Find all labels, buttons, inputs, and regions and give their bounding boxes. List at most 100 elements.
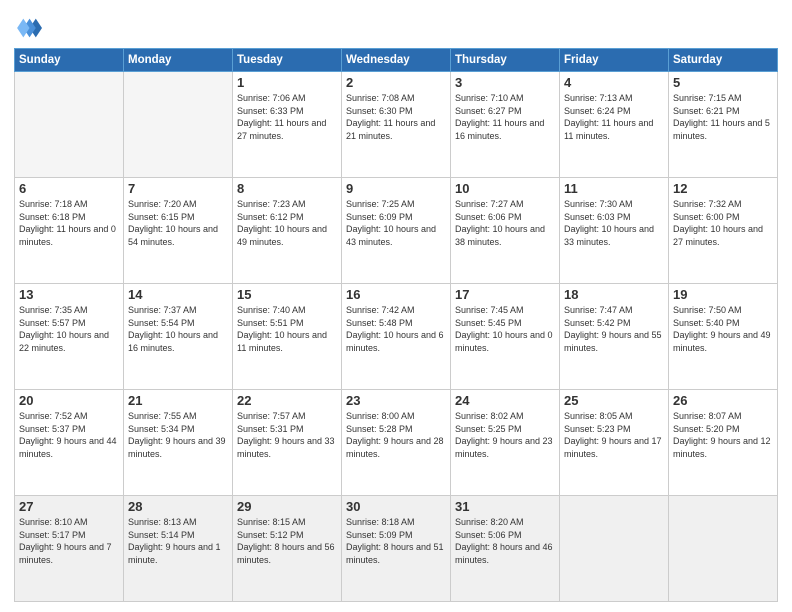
day-number: 13 [19,287,119,302]
day-info: Sunrise: 7:10 AM Sunset: 6:27 PM Dayligh… [455,92,555,142]
calendar-cell: 25 Sunrise: 8:05 AM Sunset: 5:23 PM Dayli… [560,390,669,496]
day-number: 12 [673,181,773,196]
day-info: Sunrise: 7:13 AM Sunset: 6:24 PM Dayligh… [564,92,664,142]
day-number: 6 [19,181,119,196]
calendar-week-row: 1 Sunrise: 7:06 AM Sunset: 6:33 PM Daylig… [15,72,778,178]
calendar-cell: 27 Sunrise: 8:10 AM Sunset: 5:17 PM Dayli… [15,496,124,602]
day-info: Sunrise: 8:05 AM Sunset: 5:23 PM Dayligh… [564,410,664,460]
day-info: Sunrise: 8:18 AM Sunset: 5:09 PM Dayligh… [346,516,446,566]
calendar-cell: 1 Sunrise: 7:06 AM Sunset: 6:33 PM Daylig… [233,72,342,178]
day-info: Sunrise: 7:37 AM Sunset: 5:54 PM Dayligh… [128,304,228,354]
calendar-week-row: 20 Sunrise: 7:52 AM Sunset: 5:37 PM Dayli… [15,390,778,496]
weekday-row: SundayMondayTuesdayWednesdayThursdayFrid… [15,49,778,72]
calendar-cell: 2 Sunrise: 7:08 AM Sunset: 6:30 PM Daylig… [342,72,451,178]
day-number: 4 [564,75,664,90]
calendar-cell: 10Sunrise: 7:27 AM Sunset: 6:06 PM Dayli… [451,178,560,284]
day-number: 27 [19,499,119,514]
day-number: 22 [237,393,337,408]
calendar-cell: 19 Sunrise: 7:50 AM Sunset: 5:40 PM Dayli… [669,284,778,390]
day-info: Sunrise: 8:07 AM Sunset: 5:20 PM Dayligh… [673,410,773,460]
weekday-header: Monday [124,49,233,72]
day-info: Sunrise: 8:02 AM Sunset: 5:25 PM Dayligh… [455,410,555,460]
day-info: Sunrise: 7:32 AM Sunset: 6:00 PM Dayligh… [673,198,773,248]
day-number: 28 [128,499,228,514]
calendar-cell: 4 Sunrise: 7:13 AM Sunset: 6:24 PM Daylig… [560,72,669,178]
day-info: Sunrise: 7:06 AM Sunset: 6:33 PM Dayligh… [237,92,337,142]
day-info: Sunrise: 8:10 AM Sunset: 5:17 PM Dayligh… [19,516,119,566]
page: SundayMondayTuesdayWednesdayThursdayFrid… [0,0,792,612]
calendar-cell [669,496,778,602]
day-number: 5 [673,75,773,90]
day-info: Sunrise: 7:18 AM Sunset: 6:18 PM Dayligh… [19,198,119,248]
calendar-cell: 3Sunrise: 7:10 AM Sunset: 6:27 PM Daylig… [451,72,560,178]
calendar-week-row: 6 Sunrise: 7:18 AM Sunset: 6:18 PM Daylig… [15,178,778,284]
day-number: 9 [346,181,446,196]
calendar-table: SundayMondayTuesdayWednesdayThursdayFrid… [14,48,778,602]
day-number: 8 [237,181,337,196]
calendar-cell: 16 Sunrise: 7:42 AM Sunset: 5:48 PM Dayli… [342,284,451,390]
calendar-cell: 24 Sunrise: 8:02 AM Sunset: 5:25 PM Dayli… [451,390,560,496]
logo [14,14,46,42]
day-number: 17 [455,287,555,302]
calendar-cell [560,496,669,602]
day-number: 26 [673,393,773,408]
logo-icon [14,14,42,42]
day-number: 1 [237,75,337,90]
day-info: Sunrise: 7:50 AM Sunset: 5:40 PM Dayligh… [673,304,773,354]
calendar-cell: 26 Sunrise: 8:07 AM Sunset: 5:20 PM Dayli… [669,390,778,496]
day-info: Sunrise: 8:15 AM Sunset: 5:12 PM Dayligh… [237,516,337,566]
calendar-week-row: 13 Sunrise: 7:35 AM Sunset: 5:57 PM Dayli… [15,284,778,390]
day-number: 11 [564,181,664,196]
day-number: 2 [346,75,446,90]
calendar-cell: 14Sunrise: 7:37 AM Sunset: 5:54 PM Dayli… [124,284,233,390]
day-number: 20 [19,393,119,408]
calendar-header: SundayMondayTuesdayWednesdayThursdayFrid… [15,49,778,72]
calendar-cell: 9Sunrise: 7:25 AM Sunset: 6:09 PM Daylig… [342,178,451,284]
day-info: Sunrise: 7:55 AM Sunset: 5:34 PM Dayligh… [128,410,228,460]
day-info: Sunrise: 7:52 AM Sunset: 5:37 PM Dayligh… [19,410,119,460]
weekday-header: Tuesday [233,49,342,72]
calendar-cell: 21 Sunrise: 7:55 AM Sunset: 5:34 PM Dayli… [124,390,233,496]
weekday-header: Thursday [451,49,560,72]
day-info: Sunrise: 8:00 AM Sunset: 5:28 PM Dayligh… [346,410,446,460]
day-info: Sunrise: 8:20 AM Sunset: 5:06 PM Dayligh… [455,516,555,566]
calendar-cell: 12 Sunrise: 7:32 AM Sunset: 6:00 PM Dayli… [669,178,778,284]
calendar-cell [15,72,124,178]
calendar-cell: 15 Sunrise: 7:40 AM Sunset: 5:51 PM Dayli… [233,284,342,390]
day-info: Sunrise: 7:40 AM Sunset: 5:51 PM Dayligh… [237,304,337,354]
calendar-cell: 7Sunrise: 7:20 AM Sunset: 6:15 PM Daylig… [124,178,233,284]
calendar-cell: 20 Sunrise: 7:52 AM Sunset: 5:37 PM Dayli… [15,390,124,496]
day-info: Sunrise: 7:42 AM Sunset: 5:48 PM Dayligh… [346,304,446,354]
day-info: Sunrise: 7:23 AM Sunset: 6:12 PM Dayligh… [237,198,337,248]
day-info: Sunrise: 7:27 AM Sunset: 6:06 PM Dayligh… [455,198,555,248]
day-info: Sunrise: 7:30 AM Sunset: 6:03 PM Dayligh… [564,198,664,248]
day-info: Sunrise: 7:35 AM Sunset: 5:57 PM Dayligh… [19,304,119,354]
calendar-cell: 11 Sunrise: 7:30 AM Sunset: 6:03 PM Dayli… [560,178,669,284]
day-number: 29 [237,499,337,514]
calendar-cell: 13 Sunrise: 7:35 AM Sunset: 5:57 PM Dayli… [15,284,124,390]
day-info: Sunrise: 7:45 AM Sunset: 5:45 PM Dayligh… [455,304,555,354]
day-number: 25 [564,393,664,408]
day-number: 23 [346,393,446,408]
calendar-cell: 5Sunrise: 7:15 AM Sunset: 6:21 PM Daylig… [669,72,778,178]
weekday-header: Saturday [669,49,778,72]
weekday-header: Sunday [15,49,124,72]
day-info: Sunrise: 7:08 AM Sunset: 6:30 PM Dayligh… [346,92,446,142]
day-number: 15 [237,287,337,302]
day-number: 30 [346,499,446,514]
weekday-header: Friday [560,49,669,72]
day-number: 19 [673,287,773,302]
calendar-cell: 18Sunrise: 7:47 AM Sunset: 5:42 PM Dayli… [560,284,669,390]
day-number: 21 [128,393,228,408]
day-number: 16 [346,287,446,302]
calendar-cell: 23 Sunrise: 8:00 AM Sunset: 5:28 PM Dayli… [342,390,451,496]
day-info: Sunrise: 7:47 AM Sunset: 5:42 PM Dayligh… [564,304,664,354]
calendar-week-row: 27 Sunrise: 8:10 AM Sunset: 5:17 PM Dayli… [15,496,778,602]
header [14,10,778,42]
day-info: Sunrise: 8:13 AM Sunset: 5:14 PM Dayligh… [128,516,228,566]
day-number: 7 [128,181,228,196]
day-number: 24 [455,393,555,408]
calendar-cell: 29 Sunrise: 8:15 AM Sunset: 5:12 PM Dayli… [233,496,342,602]
day-number: 31 [455,499,555,514]
calendar-cell: 28 Sunrise: 8:13 AM Sunset: 5:14 PM Dayli… [124,496,233,602]
